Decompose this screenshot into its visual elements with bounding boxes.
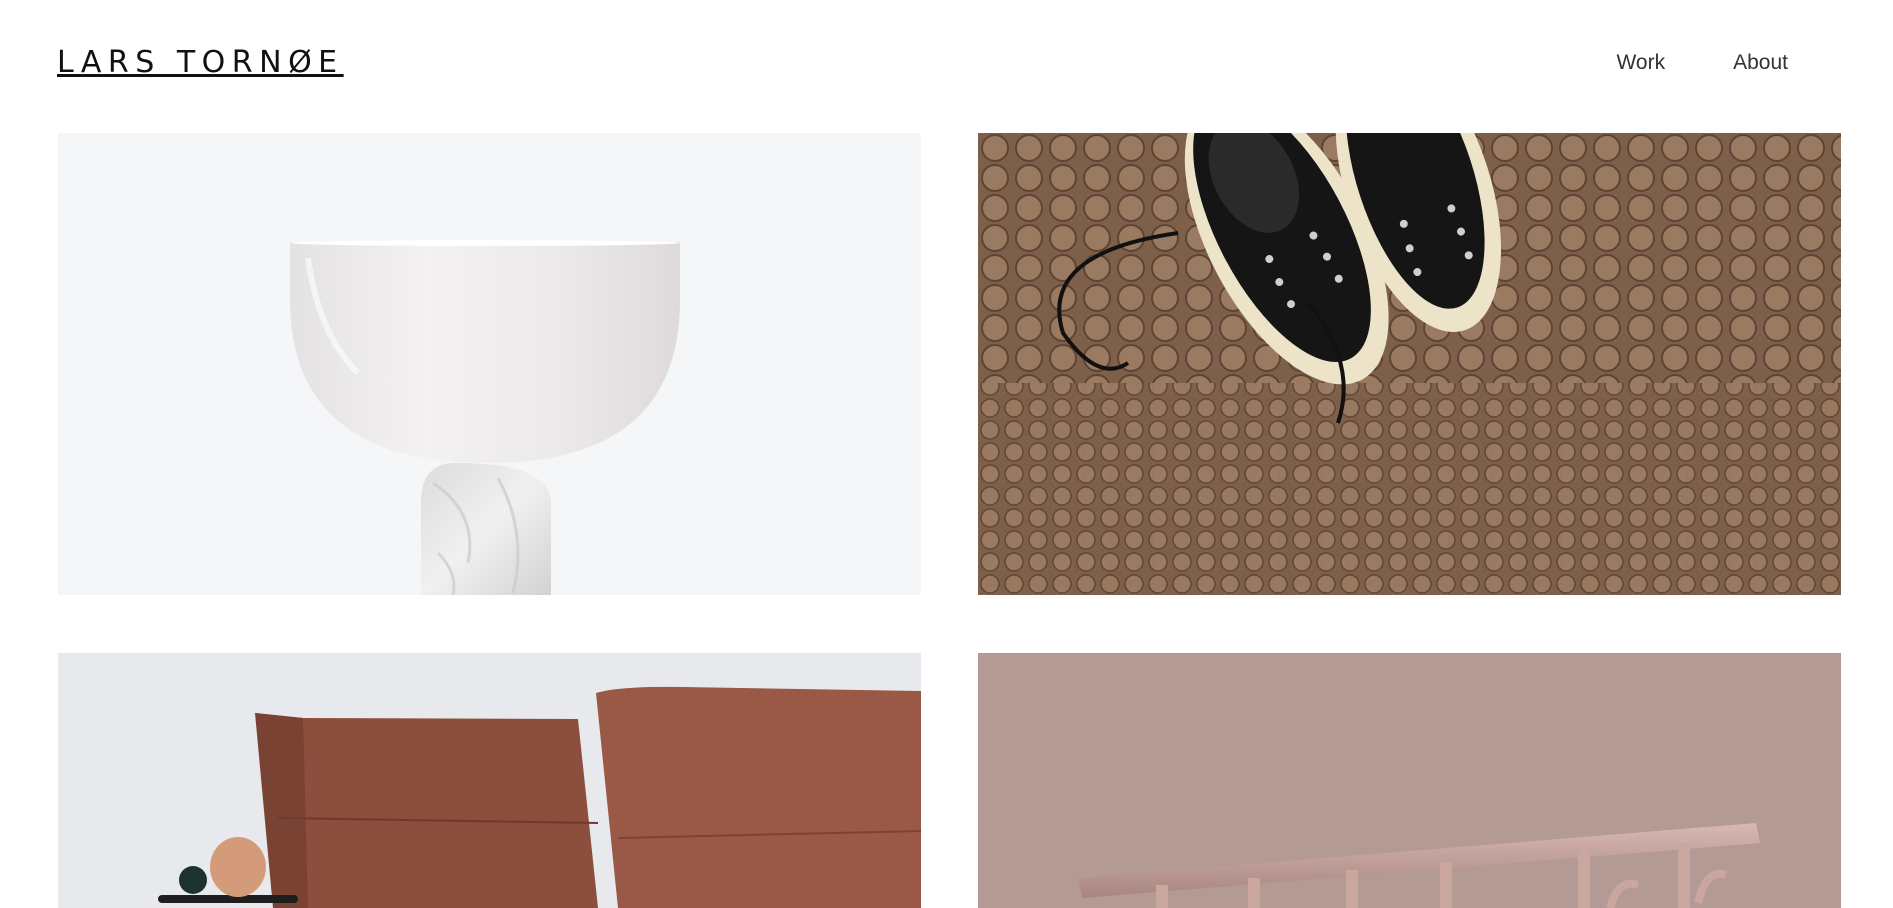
site-header: LARS TORNØE Work About: [0, 0, 1893, 133]
white-bowl-lamp-image: [58, 133, 921, 595]
project-tile-doormat[interactable]: [978, 133, 1841, 595]
site-logo[interactable]: LARS TORNØE: [57, 46, 344, 80]
sneakers-on-doormat-image: [978, 133, 1841, 595]
pink-coat-rack-image: [978, 653, 1841, 908]
project-tile-coat-rack[interactable]: [978, 653, 1841, 908]
nav-link-about[interactable]: About: [1733, 51, 1788, 75]
main-nav: Work About: [1616, 51, 1788, 75]
nav-link-work[interactable]: Work: [1616, 51, 1665, 75]
rust-sofa-image: [58, 653, 921, 908]
project-tile-sofa[interactable]: [58, 653, 921, 908]
project-tile-lamp[interactable]: [58, 133, 921, 595]
